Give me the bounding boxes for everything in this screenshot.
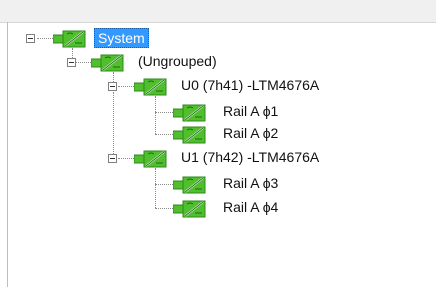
tree-connector bbox=[155, 134, 173, 135]
tree-connector bbox=[75, 62, 91, 63]
tree-node-system[interactable]: System bbox=[94, 28, 149, 48]
collapse-toggle-system[interactable] bbox=[26, 34, 35, 43]
tree-connector bbox=[118, 86, 134, 87]
tree-connector bbox=[155, 168, 156, 208]
tree-node-ungrouped[interactable]: (Ungrouped) bbox=[138, 52, 217, 70]
power-module-icon bbox=[173, 198, 207, 218]
tree-node-rail[interactable]: Rail A ϕ1 bbox=[223, 102, 278, 120]
power-module-icon bbox=[173, 174, 207, 194]
panel-header bbox=[0, 0, 436, 23]
tree-connector bbox=[155, 184, 173, 185]
power-module-icon bbox=[53, 28, 87, 48]
power-module-icon bbox=[173, 124, 207, 144]
power-module-icon bbox=[173, 102, 207, 122]
collapse-toggle-u0[interactable] bbox=[108, 82, 117, 91]
tree-connector bbox=[155, 96, 156, 134]
tree-connector bbox=[155, 112, 173, 113]
tree-connector bbox=[113, 92, 114, 158]
tree-node-rail[interactable]: Rail A ϕ3 bbox=[223, 174, 278, 192]
tree-connector bbox=[118, 158, 134, 159]
tree-node-rail[interactable]: Rail A ϕ2 bbox=[223, 124, 278, 142]
power-module-icon bbox=[134, 76, 168, 96]
tree-connector bbox=[37, 38, 53, 39]
device-tree[interactable]: System (Ungrouped) U0 (7h41) -LTM4676A R… bbox=[0, 22, 436, 287]
tree-connector bbox=[155, 208, 173, 209]
power-module-icon bbox=[91, 52, 125, 72]
tree-node-device-u1[interactable]: U1 (7h42) -LTM4676A bbox=[181, 148, 319, 166]
tree-view-panel: System (Ungrouped) U0 (7h41) -LTM4676A R… bbox=[0, 0, 436, 287]
power-module-icon bbox=[134, 148, 168, 168]
collapse-toggle-ungrouped[interactable] bbox=[67, 58, 76, 67]
collapse-toggle-u1[interactable] bbox=[108, 154, 117, 163]
tree-node-device-u0[interactable]: U0 (7h41) -LTM4676A bbox=[181, 76, 319, 94]
tree-node-rail[interactable]: Rail A ϕ4 bbox=[223, 198, 278, 216]
